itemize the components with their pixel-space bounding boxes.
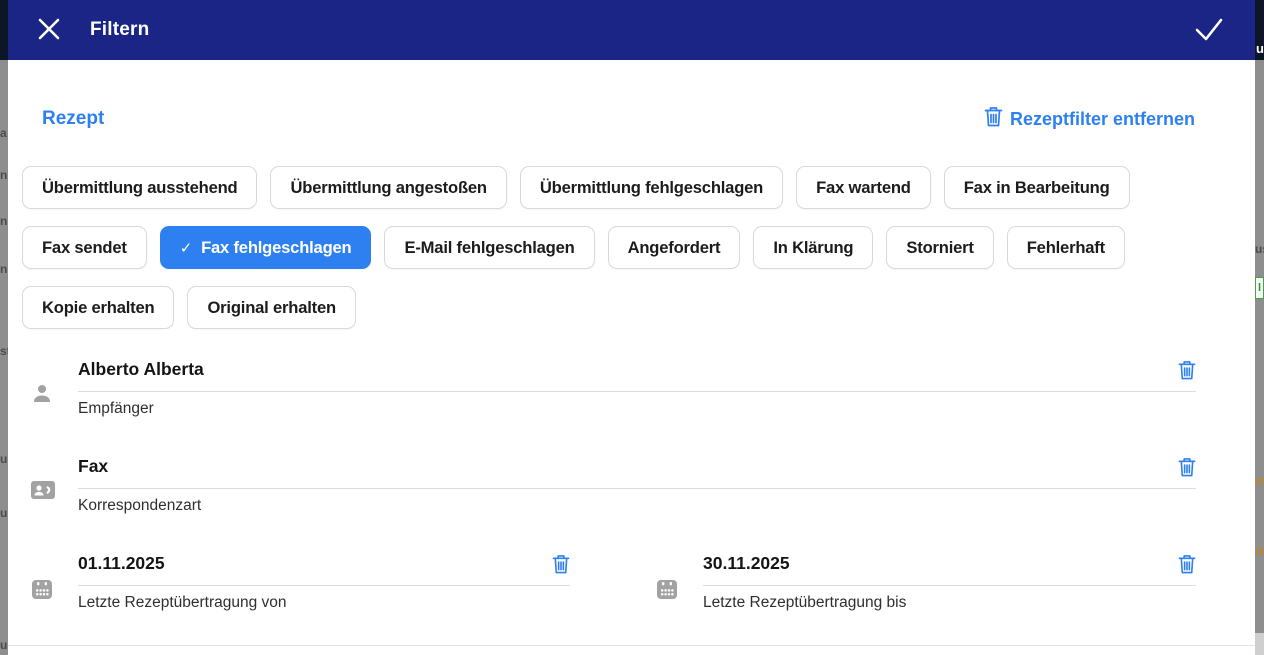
filter-fields: Alberto Alberta Empfänger	[22, 359, 1196, 612]
date-from-field[interactable]: 01.11.2025 Letzte Rezeptübertragung von	[22, 553, 570, 612]
korrespondenzart-label: Korrespondenzart	[78, 497, 1196, 515]
date-range-row: 01.11.2025 Letzte Rezeptübertragung von	[22, 553, 1196, 612]
confirm-button[interactable]	[1187, 14, 1229, 47]
chip-row: Kopie erhalten Original erhalten	[22, 286, 1241, 329]
background-text-fragment: n	[0, 214, 7, 228]
chip-row: Fax sendet ✓ Fax fehlgeschlagen E-Mail fehl…	[22, 226, 1241, 269]
background-text-fragment: u	[1256, 42, 1264, 55]
chip-label: Übermittlung angestoßen	[290, 178, 486, 198]
background-left-header	[0, 0, 8, 60]
check-icon	[1187, 14, 1229, 47]
person-icon	[30, 392, 54, 409]
background-right-bottom	[1255, 633, 1264, 655]
date-to-label: Letzte Rezeptübertragung bis	[703, 594, 1196, 612]
filter-chip-fehlerhaft[interactable]: Fehlerhaft	[1007, 226, 1125, 269]
background-right-strip: u us rc rc l	[1255, 0, 1264, 655]
filter-chip-e-mail-fehlgeschlagen[interactable]: E-Mail fehlgeschlagen	[384, 226, 594, 269]
filter-chip-übermittlung-fehlgeschlagen[interactable]: Übermittlung fehlgeschlagen	[520, 166, 783, 209]
background-text-fragment: us	[0, 638, 8, 652]
background-text-fragment: u	[0, 452, 7, 466]
chip-label: Original erhalten	[207, 298, 335, 318]
chip-label: Übermittlung fehlgeschlagen	[540, 178, 763, 198]
date-from-value: 01.11.2025	[78, 553, 165, 574]
chip-row: Übermittlung ausstehend Übermittlung ange…	[22, 166, 1241, 209]
chip-label: Fehlerhaft	[1027, 238, 1105, 258]
filter-chip-fax-wartend[interactable]: Fax wartend	[796, 166, 931, 209]
chip-label: Übermittlung ausstehend	[42, 178, 237, 198]
date-to-value: 30.11.2025	[703, 553, 790, 574]
calendar-icon	[655, 588, 679, 605]
clear-korrespondenzart-button[interactable]	[1178, 457, 1196, 477]
date-to-field[interactable]: 30.11.2025 Letzte Rezeptübertragung bis	[647, 553, 1196, 612]
empfaenger-label: Empfänger	[78, 400, 1196, 418]
clear-empfaenger-button[interactable]	[1178, 360, 1196, 380]
background-text-fragment: us	[1255, 242, 1264, 256]
filter-chip-original-erhalten[interactable]: Original erhalten	[187, 286, 355, 329]
calendar-icon	[30, 588, 54, 605]
background-text-fragment: u	[0, 506, 7, 520]
empfaenger-field[interactable]: Alberto Alberta Empfänger	[22, 359, 1196, 418]
korrespondenzart-value: Fax	[78, 456, 108, 477]
chip-label: E-Mail fehlgeschlagen	[404, 238, 574, 258]
close-icon	[34, 14, 64, 47]
check-icon: ✓	[180, 239, 192, 257]
trash-icon	[1178, 562, 1196, 577]
filter-chip-übermittlung-ausstehend[interactable]: Übermittlung ausstehend	[22, 166, 257, 209]
filter-chip-fax-in-bearbeitung[interactable]: Fax in Bearbeitung	[944, 166, 1130, 209]
clear-date-from-button[interactable]	[552, 554, 570, 574]
filter-chip-in-klärung[interactable]: In Klärung	[753, 226, 873, 269]
background-text-fragment: n	[0, 262, 7, 276]
filter-chip-storniert[interactable]: Storniert	[886, 226, 993, 269]
chip-label: Fax fehlgeschlagen	[201, 238, 351, 258]
background-right-header: u	[1255, 0, 1264, 60]
background-text-fragment: n	[0, 168, 7, 182]
filter-chip-kopie-erhalten[interactable]: Kopie erhalten	[22, 286, 174, 329]
bottom-divider	[8, 645, 1255, 646]
dialog-title: Filtern	[90, 19, 149, 41]
remove-rezeptfilter-label: Rezeptfilter entfernen	[1010, 109, 1195, 130]
filter-dialog: Filtern Rezept Rezeptfilter entfernen Üb…	[8, 0, 1255, 655]
filter-chip-fax-sendet[interactable]: Fax sendet	[22, 226, 147, 269]
chip-label: In Klärung	[773, 238, 853, 258]
background-green-badge-fragment: l	[1255, 277, 1264, 299]
background-text-fragment: st	[0, 344, 8, 358]
filter-chip-angefordert[interactable]: Angefordert	[608, 226, 741, 269]
background-left-strip: a n n n st u u us	[0, 0, 8, 655]
trash-icon	[984, 106, 1003, 132]
chip-label: Fax sendet	[42, 238, 127, 258]
remove-rezeptfilter-button[interactable]: Rezeptfilter entfernen	[984, 106, 1195, 132]
chip-label: Fax wartend	[816, 178, 911, 198]
clear-date-to-button[interactable]	[1178, 554, 1196, 574]
filter-chip-fax-fehlgeschlagen[interactable]: ✓ Fax fehlgeschlagen	[160, 226, 372, 269]
trash-icon	[552, 562, 570, 577]
filter-chip-übermittlung-angestoßen[interactable]: Übermittlung angestoßen	[270, 166, 506, 209]
section-label: Rezept	[42, 108, 104, 130]
chip-label: Kopie erhalten	[42, 298, 154, 318]
trash-icon	[1178, 368, 1196, 383]
korrespondenzart-field[interactable]: Fax Korrespondenzart	[22, 456, 1196, 515]
chip-label: Storniert	[906, 238, 973, 258]
background-text-fragment: rc	[1255, 474, 1264, 488]
dialog-header: Filtern	[8, 0, 1255, 60]
background-text-fragment: rc	[1255, 544, 1264, 558]
chip-label: Angefordert	[628, 238, 721, 258]
rezept-section-header: Rezept Rezeptfilter entfernen	[42, 106, 1195, 132]
empfaenger-value: Alberto Alberta	[78, 359, 204, 380]
chip-label: Fax in Bearbeitung	[964, 178, 1110, 198]
trash-icon	[1178, 465, 1196, 480]
contact-card-icon	[30, 489, 56, 506]
chip-rows: Übermittlung ausstehend Übermittlung ange…	[22, 166, 1241, 329]
date-from-label: Letzte Rezeptübertragung von	[78, 594, 570, 612]
close-button[interactable]	[34, 14, 64, 47]
background-text-fragment: a	[0, 126, 7, 140]
